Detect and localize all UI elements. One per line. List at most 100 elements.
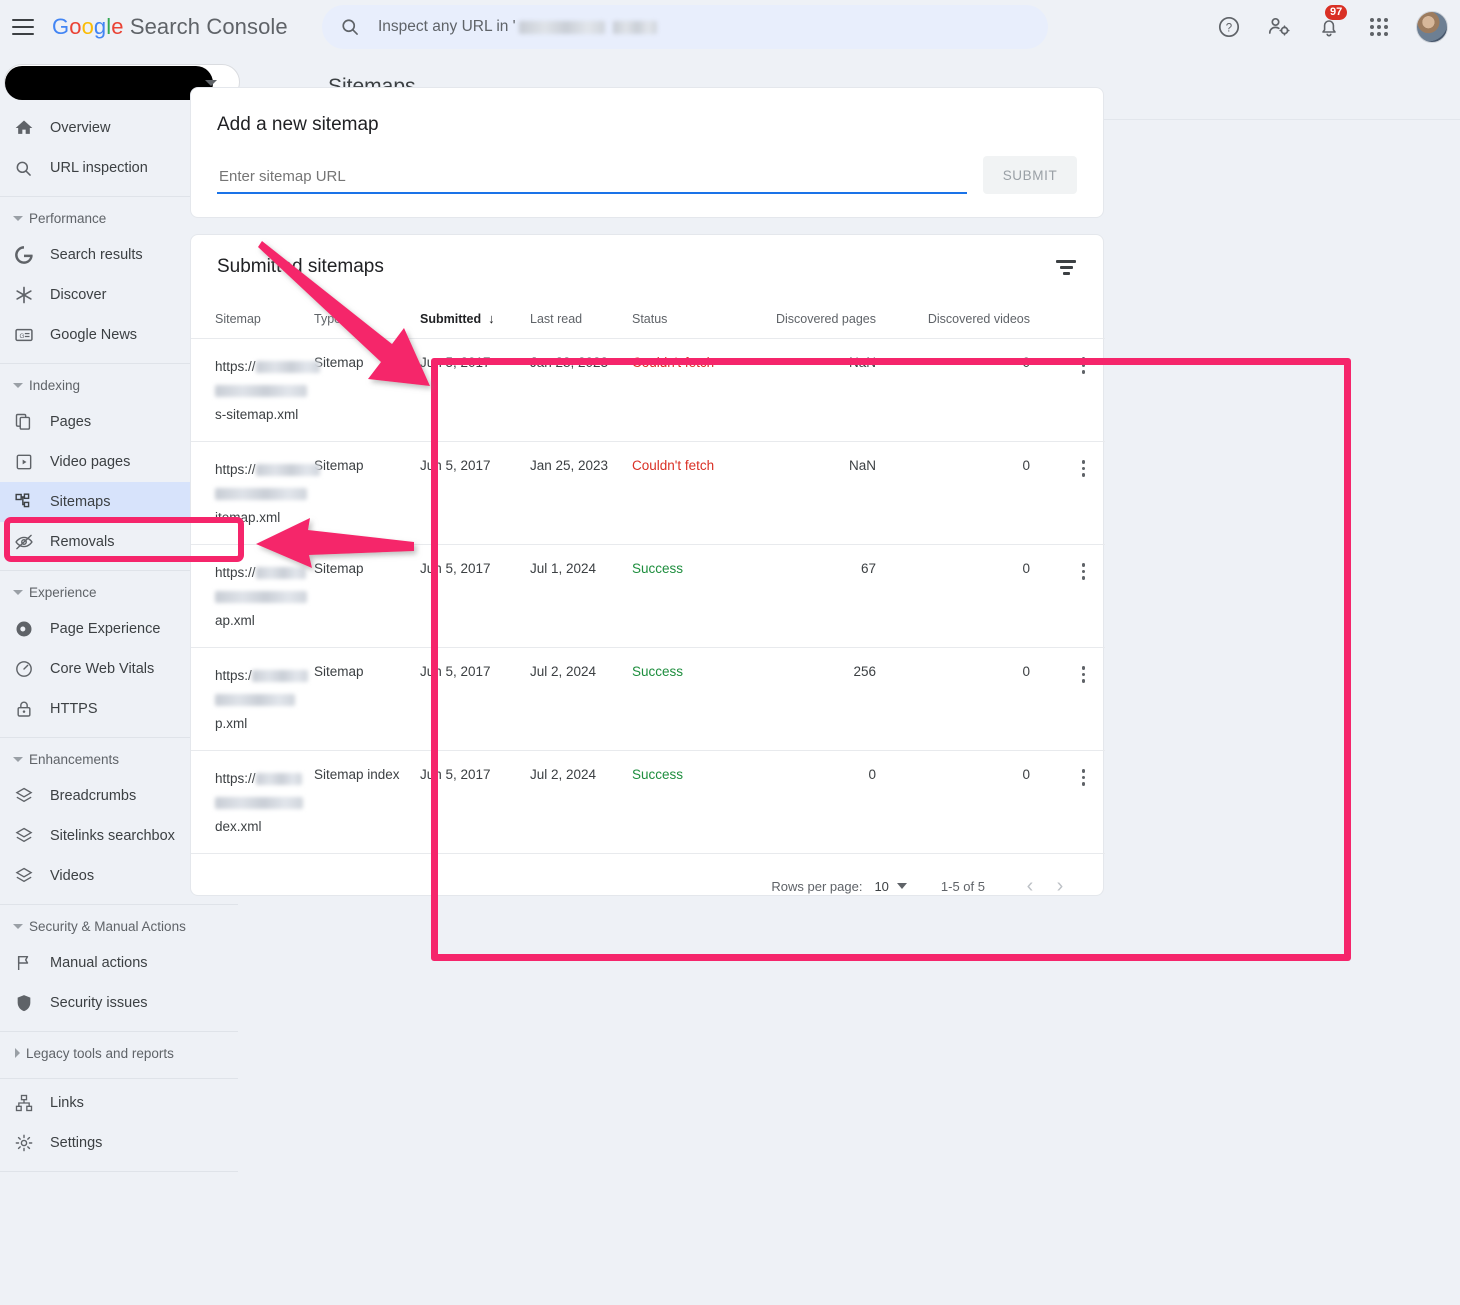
cell-last-read: Jul 2, 2024: [530, 750, 632, 854]
cell-sitemap-url[interactable]: https:// ap.xml: [191, 544, 314, 648]
url-inspection-search[interactable]: Inspect any URL in ': [322, 5, 1048, 49]
cell-type: Sitemap: [314, 441, 420, 545]
gear-icon: [14, 1133, 40, 1153]
sidebar-item-label: Search results: [50, 247, 143, 263]
sidebar-item-label: Video pages: [50, 454, 131, 470]
search-console-app: Google Search Console Inspect any URL in…: [0, 0, 1460, 1305]
cell-discovered-videos: 0: [910, 441, 1062, 545]
flag-icon: [14, 953, 40, 973]
cell-actions: [1062, 441, 1105, 545]
cell-sitemap-url[interactable]: https:// itemap.xml: [191, 441, 320, 545]
table-row[interactable]: https:// dex.xml Sitemap index Jun 5, 20…: [191, 750, 1105, 854]
sidebar-item-manual-actions[interactable]: Manual actions: [0, 943, 240, 983]
column-header-submitted[interactable]: Submitted ↓: [420, 299, 530, 339]
sidebar-item-settings[interactable]: Settings: [0, 1123, 240, 1163]
table-row[interactable]: https:// itemap.xml Sitemap Jun 5, 2017 …: [191, 441, 1105, 545]
sidebar-divider: [0, 1171, 238, 1172]
table-row[interactable]: https:/ p.xml Sitemap Jun 5, 2017 Jul 2,…: [191, 647, 1105, 751]
discover-asterisk-icon: [14, 285, 40, 305]
redacted-url-part: [255, 464, 320, 477]
column-header-discovered-pages[interactable]: Discovered pages: [762, 299, 910, 339]
table-row[interactable]: https:// s-sitemap.xml Sitemap Jun 5, 20…: [191, 338, 1105, 442]
cell-discovered-pages: NaN: [762, 441, 910, 545]
account-avatar[interactable]: [1416, 11, 1448, 43]
cell-discovered-videos: 0: [910, 544, 1062, 648]
rows-per-page-value[interactable]: 10: [874, 879, 888, 894]
pagination-range: 1-5 of 5: [940, 878, 985, 894]
redacted-url-part: [215, 694, 295, 707]
redacted-url-part: [215, 385, 307, 398]
help-circle-icon[interactable]: ?: [1216, 14, 1242, 40]
layers-icon: [14, 866, 40, 886]
chevron-down-icon: [13, 756, 23, 762]
cell-status: Couldn't fetch: [632, 338, 762, 442]
cell-submitted: Jun 5, 2017: [420, 647, 530, 751]
chevron-down-icon[interactable]: [896, 883, 907, 889]
redacted-url-part: [255, 361, 320, 374]
cell-type: Sitemap index: [314, 750, 420, 854]
sidebar-item-label: Google News: [50, 327, 138, 343]
more-vert-icon[interactable]: [1062, 767, 1105, 786]
sidebar-item-label: Removals: [50, 534, 115, 550]
url-line-3: itemap.xml: [215, 510, 281, 525]
brand-logo[interactable]: Google Search Console: [52, 14, 288, 40]
layers-icon: [14, 786, 40, 806]
cell-last-read: Jan 25, 2023: [530, 441, 632, 545]
sidebar-section-legacy-tools[interactable]: Legacy tools and reports: [0, 1036, 240, 1070]
table-body: https:// s-sitemap.xml Sitemap Jun 5, 20…: [191, 338, 1105, 854]
page-experience-icon: [14, 619, 40, 639]
column-header-last-read[interactable]: Last read: [530, 299, 632, 339]
sidebar-item-label: Discover: [50, 287, 107, 303]
submit-button[interactable]: SUBMIT: [983, 156, 1077, 194]
sidebar-item-label: Links: [50, 1095, 84, 1111]
chevron-right-icon[interactable]: ›: [1045, 871, 1075, 901]
more-vert-icon[interactable]: [1062, 561, 1105, 580]
cell-sitemap-url[interactable]: https:// dex.xml: [191, 750, 314, 854]
cell-discovered-videos: 0: [910, 647, 1062, 751]
sidebar-section-label: Legacy tools and reports: [26, 1045, 174, 1061]
column-header-sitemap[interactable]: Sitemap: [191, 299, 314, 339]
sitemap-url-input[interactable]: [217, 164, 967, 194]
sidebar-item-links[interactable]: Links: [0, 1083, 240, 1123]
sidebar-item-label: Videos: [50, 868, 95, 884]
cell-sitemap-url[interactable]: https:/ p.xml: [191, 647, 314, 751]
chevron-left-icon[interactable]: ‹: [1015, 871, 1045, 901]
redacted-url-part: [215, 591, 307, 604]
url-line-2: [215, 482, 314, 506]
column-header-discovered-videos[interactable]: Discovered videos: [910, 299, 1062, 339]
column-header-type[interactable]: Type: [314, 299, 420, 339]
column-header-status[interactable]: Status: [632, 299, 762, 339]
sidebar-divider: [0, 1031, 238, 1032]
rows-per-page-label: Rows per page:: [771, 878, 863, 894]
chevron-down-icon: [13, 589, 23, 595]
table-row[interactable]: https:// ap.xml Sitemap Jun 5, 2017 Jul …: [191, 544, 1105, 648]
svg-text:G: G: [20, 333, 25, 340]
cell-discovered-pages: 0: [762, 750, 910, 854]
chevron-down-icon: [13, 215, 23, 221]
google-apps-grid-icon[interactable]: [1366, 14, 1392, 40]
url-line-2: [215, 791, 314, 815]
chevron-down-icon: [205, 80, 217, 86]
more-vert-icon[interactable]: [1062, 355, 1105, 374]
filter-list-icon[interactable]: [1055, 256, 1077, 278]
cell-actions: [1062, 647, 1105, 751]
search-icon: [342, 19, 358, 35]
more-vert-icon[interactable]: [1062, 458, 1105, 477]
cell-submitted: Jun 5, 2017: [420, 544, 530, 648]
url-prefix: https://: [215, 565, 256, 580]
sidebar-item-security-issues[interactable]: Security issues: [0, 983, 240, 1023]
notification-badge: 97: [1325, 5, 1348, 20]
cell-discovered-pages: 256: [762, 647, 910, 751]
sort-descending-arrow-icon: ↓: [488, 311, 495, 326]
manage-users-icon[interactable]: [1266, 14, 1292, 40]
table-header-row: Sitemap Type Submitted ↓ Last read Status…: [191, 299, 1105, 339]
url-line-1: https://: [215, 355, 320, 379]
hamburger-menu-icon[interactable]: [12, 19, 34, 35]
more-vert-icon[interactable]: [1062, 664, 1105, 683]
cell-submitted: Jun 5, 2017: [420, 750, 530, 854]
sidebar-section-label: Performance: [29, 210, 107, 226]
table-head: Sitemap Type Submitted ↓ Last read Status…: [191, 299, 1105, 339]
cell-sitemap-url[interactable]: https:// s-sitemap.xml: [191, 338, 320, 442]
notifications-bell-icon[interactable]: 97: [1316, 5, 1348, 40]
sidebar-item-label: Security issues: [50, 995, 148, 1011]
